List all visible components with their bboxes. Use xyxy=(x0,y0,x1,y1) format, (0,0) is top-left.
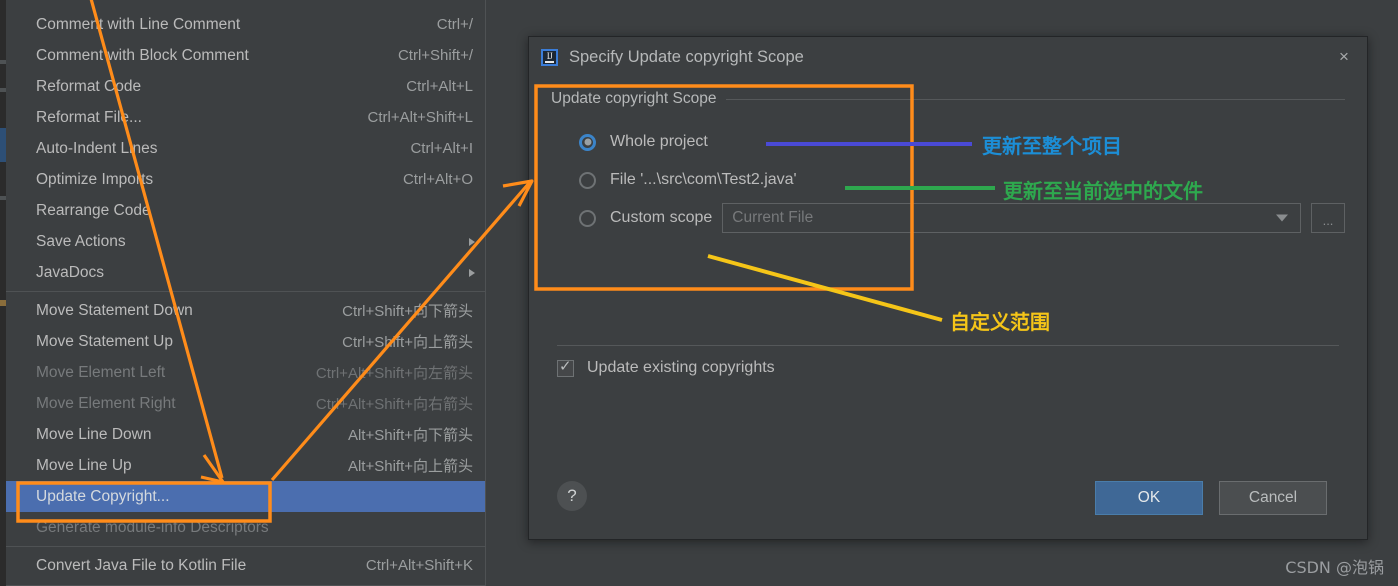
chevron-right-icon xyxy=(469,237,475,246)
close-icon[interactable]: × xyxy=(1333,46,1355,68)
group-header: Update copyright Scope xyxy=(551,89,1345,109)
menu-item-shortcut: Ctrl+Alt+L xyxy=(406,78,473,95)
group-divider xyxy=(726,98,1345,100)
menu-item[interactable]: JavaDocs xyxy=(6,257,485,288)
radio-icon-custom-scope[interactable] xyxy=(579,209,596,227)
menu-item-label: Generate module-info Descriptors xyxy=(36,518,269,536)
menu-item[interactable]: Update Copyright... xyxy=(6,481,485,512)
menu-item[interactable]: Move Statement Up Ctrl+Shift+向上箭头 xyxy=(6,326,485,357)
menu-item[interactable]: Optimize Imports Ctrl+Alt+O xyxy=(6,164,485,195)
help-button[interactable]: ? xyxy=(557,481,587,511)
update-existing-copyrights-row[interactable]: Update existing copyrights xyxy=(557,358,775,377)
browse-scope-button[interactable]: ... xyxy=(1311,203,1345,233)
dialog-divider xyxy=(557,345,1339,346)
radio-label-whole-project: Whole project xyxy=(610,133,708,150)
menu-item-list[interactable]: Comment with Line Comment Ctrl+/Comment w… xyxy=(6,9,485,581)
checkbox-label-update-existing: Update existing copyrights xyxy=(587,359,775,376)
menu-item: Move Element Right Ctrl+Alt+Shift+向右箭头 xyxy=(6,388,485,419)
menu-item[interactable]: Comment with Line Comment Ctrl+/ xyxy=(6,9,485,40)
chevron-right-icon xyxy=(469,268,475,277)
menu-item-label: Move Line Down xyxy=(36,425,152,443)
menu-item-label: Move Statement Up xyxy=(36,332,173,350)
menu-item-label: Move Element Right xyxy=(36,394,176,412)
checkbox-icon-update-existing[interactable] xyxy=(557,358,574,377)
menu-item-label: Move Statement Down xyxy=(36,301,193,319)
menu-item-label: Update Copyright... xyxy=(36,487,170,505)
radio-whole-project[interactable]: Whole project xyxy=(579,123,1345,161)
scope-select-value: Current File xyxy=(732,209,814,226)
menu-separator xyxy=(6,546,485,547)
menu-item-label: Comment with Line Comment xyxy=(36,15,241,33)
menu-item[interactable]: Reformat Code Ctrl+Alt+L xyxy=(6,71,485,102)
context-menu[interactable]: Comment with Line Comment Ctrl+/Comment w… xyxy=(6,0,486,586)
dialog-footer: ? OK Cancel xyxy=(529,467,1367,539)
menu-item-shortcut: Ctrl+Shift+向下箭头 xyxy=(342,303,473,320)
radio-custom-scope[interactable]: Custom scope Current File ... xyxy=(579,199,1345,237)
menu-item-label: JavaDocs xyxy=(36,263,105,281)
menu-item-shortcut: Ctrl+Shift+向上箭头 xyxy=(342,334,473,351)
menu-item[interactable]: Move Statement Down Ctrl+Shift+向下箭头 xyxy=(6,295,485,326)
specify-update-copyright-scope-dialog: IJ Specify Update copyright Scope × Upda… xyxy=(528,36,1368,540)
dialog-titlebar: IJ Specify Update copyright Scope × xyxy=(529,37,1367,77)
menu-item-label: Rearrange Code xyxy=(36,201,151,219)
menu-item[interactable]: Move Line Up Alt+Shift+向上箭头 xyxy=(6,450,485,481)
menu-item-label: Convert Java File to Kotlin File xyxy=(36,556,247,574)
menu-item[interactable]: Comment with Block Comment Ctrl+Shift+/ xyxy=(6,40,485,71)
menu-item-shortcut: Alt+Shift+向上箭头 xyxy=(347,458,473,475)
menu-item: Move Element Left Ctrl+Alt+Shift+向左箭头 xyxy=(6,357,485,388)
menu-top-spacer xyxy=(6,0,485,9)
menu-item-shortcut: Alt+Shift+向下箭头 xyxy=(347,427,473,444)
update-copyright-scope-group: Update copyright Scope Whole project Fil… xyxy=(551,89,1345,237)
menu-item-label: Reformat File... xyxy=(36,108,142,126)
scope-select[interactable]: Current File xyxy=(722,203,1301,233)
menu-item-shortcut: Ctrl+Alt+Shift+向右箭头 xyxy=(315,396,473,413)
menu-item[interactable]: Save Actions xyxy=(6,226,485,257)
menu-item-label: Auto-Indent Lines xyxy=(36,139,158,157)
radio-label-file: File '...\src\com\Test2.java' xyxy=(610,171,797,188)
dialog-title: Specify Update copyright Scope xyxy=(569,47,804,66)
radio-icon-whole-project[interactable] xyxy=(579,133,596,151)
menu-item-label: Reformat Code xyxy=(36,77,142,95)
menu-item-shortcut: Ctrl+/ xyxy=(436,16,473,33)
screenshot-root: Comment with Line Comment Ctrl+/Comment w… xyxy=(0,0,1398,586)
menu-item[interactable]: Convert Java File to Kotlin File Ctrl+Alt… xyxy=(6,550,485,581)
menu-item-shortcut: Ctrl+Alt+Shift+L xyxy=(367,109,473,126)
ok-button[interactable]: OK xyxy=(1095,481,1203,515)
menu-separator xyxy=(6,291,485,292)
radio-icon-file[interactable] xyxy=(579,171,596,189)
menu-item-label: Move Line Up xyxy=(36,456,132,474)
intellij-idea-icon: IJ xyxy=(541,48,558,66)
group-title: Update copyright Scope xyxy=(551,90,717,107)
chevron-down-icon xyxy=(1276,214,1288,222)
menu-item-shortcut: Ctrl+Alt+O xyxy=(402,171,473,188)
menu-item-shortcut: Ctrl+Alt+Shift+向左箭头 xyxy=(315,365,473,382)
menu-item-shortcut: Ctrl+Shift+/ xyxy=(397,47,473,64)
menu-item-label: Optimize Imports xyxy=(36,170,154,188)
menu-item[interactable]: Rearrange Code xyxy=(6,195,485,226)
menu-item-label: Comment with Block Comment xyxy=(36,46,249,64)
menu-item-shortcut: Ctrl+Alt+I xyxy=(410,140,473,157)
cancel-button[interactable]: Cancel xyxy=(1219,481,1327,515)
menu-item: Generate module-info Descriptors xyxy=(6,512,485,543)
menu-item-label: Save Actions xyxy=(36,232,126,250)
watermark: CSDN @泡锅 xyxy=(1285,558,1384,577)
menu-item-shortcut: Ctrl+Alt+Shift+K xyxy=(365,557,473,574)
radio-label-custom-scope: Custom scope xyxy=(610,209,713,226)
menu-item[interactable]: Auto-Indent Lines Ctrl+Alt+I xyxy=(6,133,485,164)
radio-file[interactable]: File '...\src\com\Test2.java' xyxy=(579,161,1345,199)
menu-item[interactable]: Reformat File... Ctrl+Alt+Shift+L xyxy=(6,102,485,133)
menu-item[interactable]: Move Line Down Alt+Shift+向下箭头 xyxy=(6,419,485,450)
menu-item-label: Move Element Left xyxy=(36,363,166,381)
